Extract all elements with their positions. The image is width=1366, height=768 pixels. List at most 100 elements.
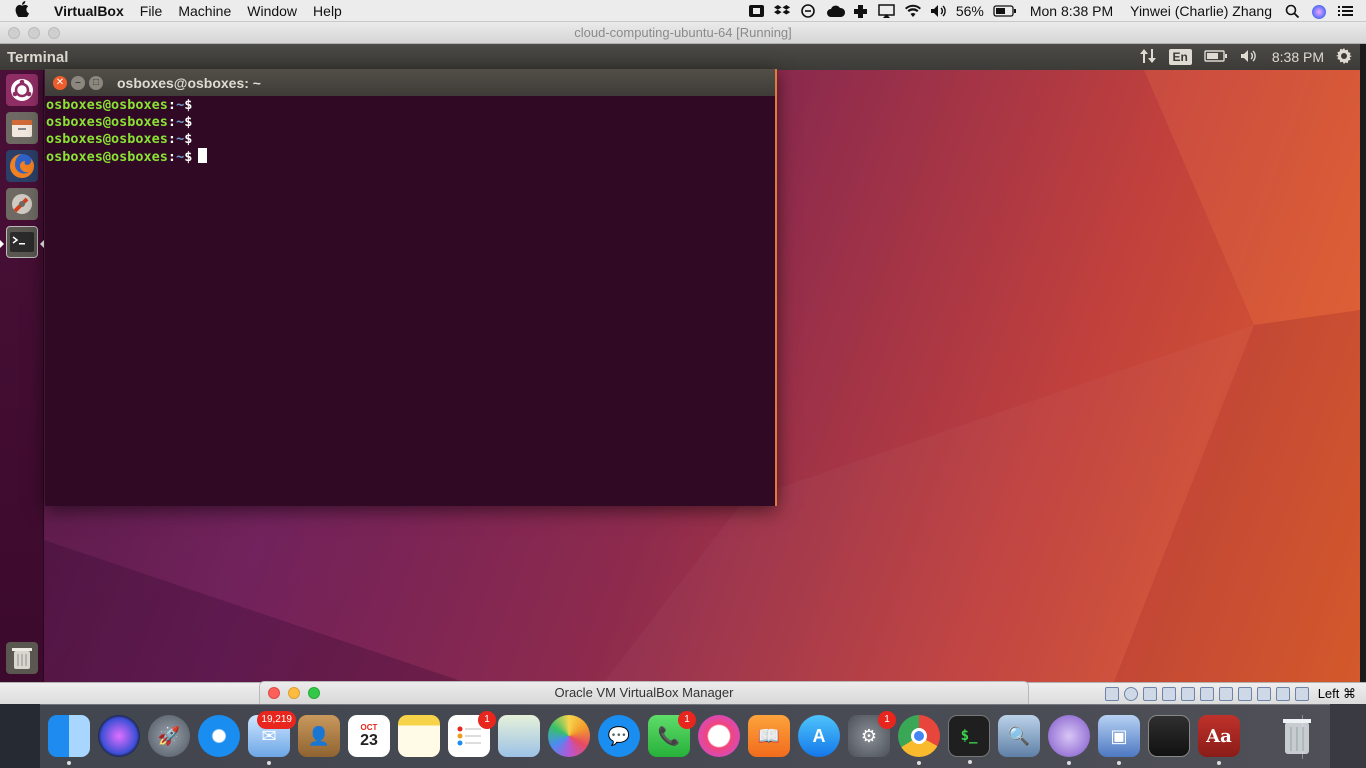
prompt-user: osboxes@osboxes xyxy=(46,114,168,130)
firefox-icon[interactable] xyxy=(6,150,38,182)
window-close-button[interactable] xyxy=(8,27,20,39)
prompt-sep: : xyxy=(167,149,177,165)
safari-icon[interactable] xyxy=(198,715,240,757)
network-icon[interactable] xyxy=(1139,48,1157,67)
mouse-integration-icon[interactable] xyxy=(1275,687,1290,701)
battery-percent: 56% xyxy=(955,3,984,19)
volume-icon[interactable] xyxy=(930,4,947,18)
prompt-path: ~ xyxy=(176,114,185,130)
trash-dock-icon[interactable] xyxy=(1276,715,1318,757)
audio-icon[interactable] xyxy=(1142,687,1157,701)
optical-drive-icon[interactable] xyxy=(1123,687,1138,701)
list-icon[interactable] xyxy=(1337,4,1354,18)
photos-icon[interactable] xyxy=(548,715,590,757)
window-zoom-button[interactable] xyxy=(48,27,60,39)
host-key-label: Left ⌘ xyxy=(1317,686,1356,701)
keyboard-layout-indicator[interactable]: En xyxy=(1168,49,1192,65)
app-store-icon[interactable]: A xyxy=(798,715,840,757)
ubuntu-launcher xyxy=(0,70,44,682)
network-adapter-icon[interactable] xyxy=(1161,687,1176,701)
apple-menu-icon[interactable] xyxy=(0,0,44,21)
plus-icon[interactable] xyxy=(852,4,869,18)
menu-window[interactable]: Window xyxy=(239,3,305,19)
preview-icon[interactable]: 🔍 xyxy=(998,715,1040,757)
recording-icon[interactable] xyxy=(1237,687,1252,701)
shared-folders-icon[interactable] xyxy=(1199,687,1214,701)
dictionary-icon[interactable]: Aa xyxy=(1198,715,1240,765)
terminal-body[interactable]: osboxes@osboxes:~$ osboxes@osboxes:~$ os… xyxy=(45,96,775,167)
system-settings-icon[interactable] xyxy=(6,188,38,220)
airplay-icon[interactable] xyxy=(878,4,895,18)
mail-badge: 19,219 xyxy=(257,711,296,729)
chrome-icon[interactable] xyxy=(898,715,940,765)
calendar-icon[interactable]: OCT 23 xyxy=(348,715,390,757)
prompt-user: osboxes@osboxes xyxy=(46,131,168,147)
window-minimize-button[interactable] xyxy=(28,27,40,39)
terminal-maximize-button[interactable]: □ xyxy=(89,75,103,90)
screen-recorder-icon[interactable] xyxy=(1148,715,1190,757)
gear-icon[interactable] xyxy=(1336,47,1352,67)
vbm-minimize-button[interactable] xyxy=(288,687,300,699)
vbox-manager-window[interactable]: Oracle VM VirtualBox Manager xyxy=(259,681,1029,705)
display-icon[interactable] xyxy=(1218,687,1233,701)
ubuntu-battery-icon[interactable] xyxy=(1204,49,1228,66)
prompt-symbol: $ xyxy=(184,97,193,113)
ubuntu-dash-icon[interactable] xyxy=(6,74,38,106)
reminders-icon[interactable]: 1 xyxy=(448,711,496,757)
menu-app-name[interactable]: VirtualBox xyxy=(44,3,132,19)
vbox-window-titlebar[interactable]: cloud-computing-ubuntu-64 [Running] xyxy=(0,22,1366,44)
mac-menubar: VirtualBox File Machine Window Help 56% … xyxy=(0,0,1366,22)
notes-icon[interactable] xyxy=(398,715,440,757)
terminal-window[interactable]: ✕ – □ osboxes@osboxes: ~ osboxes@osboxes… xyxy=(45,69,777,506)
cpu-icon[interactable] xyxy=(1256,687,1271,701)
screen-icon[interactable] xyxy=(748,4,765,18)
siri-dock-icon[interactable] xyxy=(98,715,140,757)
hard-disk-icon[interactable] xyxy=(1104,687,1119,701)
focus-indicator xyxy=(40,240,44,248)
maps-icon[interactable] xyxy=(498,715,540,757)
calendar-day: 23 xyxy=(360,731,378,749)
terminal-title: osboxes@osboxes: ~ xyxy=(117,74,261,91)
vbm-zoom-button[interactable] xyxy=(308,687,320,699)
cloud-icon[interactable] xyxy=(826,4,845,18)
menu-machine[interactable]: Machine xyxy=(170,3,239,19)
battery-icon[interactable] xyxy=(993,4,1017,18)
ubuntu-volume-icon[interactable] xyxy=(1240,49,1260,66)
ibooks-icon[interactable]: 📖 xyxy=(748,715,790,757)
terminal-titlebar[interactable]: ✕ – □ osboxes@osboxes: ~ xyxy=(45,69,775,96)
ubuntu-panel-clock[interactable]: 8:38 PM xyxy=(1272,49,1324,65)
system-preferences-icon[interactable]: ⚙ 1 xyxy=(848,711,896,757)
siri-icon[interactable] xyxy=(1311,4,1328,19)
facetime-icon[interactable]: 📞 1 xyxy=(648,711,696,757)
menu-file[interactable]: File xyxy=(132,3,171,19)
menu-help[interactable]: Help xyxy=(305,3,350,19)
prompt-path: ~ xyxy=(176,131,185,147)
terminal-minimize-button[interactable]: – xyxy=(71,75,85,90)
contacts-icon[interactable]: 👤 xyxy=(298,715,340,757)
search-icon[interactable] xyxy=(1285,4,1302,19)
menubar-clock[interactable]: Mon 8:38 PM xyxy=(1026,3,1117,19)
usb-icon[interactable] xyxy=(1180,687,1195,701)
trash-icon[interactable] xyxy=(6,642,38,674)
files-icon[interactable] xyxy=(6,112,38,144)
terminal-dock-icon[interactable]: $_ xyxy=(948,715,990,764)
sync-icon[interactable] xyxy=(800,4,817,18)
virtualbox-dock-icon[interactable]: ▣ xyxy=(1098,715,1140,765)
vbm-close-button[interactable] xyxy=(268,687,280,699)
dropbox-icon[interactable] xyxy=(773,4,791,18)
prompt-symbol: $ xyxy=(184,149,193,165)
prompt-sep: : xyxy=(167,114,177,130)
menubar-user[interactable]: Yinwei (Charlie) Zhang xyxy=(1126,3,1276,19)
visual-studio-icon[interactable] xyxy=(1048,715,1090,765)
prompt-symbol: $ xyxy=(184,131,193,147)
terminal-close-button[interactable]: ✕ xyxy=(53,75,67,90)
messages-icon[interactable]: 💬 xyxy=(598,715,640,757)
facetime-badge: 1 xyxy=(678,711,696,729)
terminal-icon[interactable] xyxy=(6,226,38,258)
keyboard-capture-icon[interactable] xyxy=(1294,687,1309,701)
wifi-icon[interactable] xyxy=(904,4,921,18)
itunes-icon[interactable]: ♫ xyxy=(698,715,740,757)
finder-icon[interactable] xyxy=(48,715,90,765)
launchpad-icon[interactable]: 🚀 xyxy=(148,715,190,757)
mail-icon[interactable]: ✉ 19,219 xyxy=(248,711,296,765)
